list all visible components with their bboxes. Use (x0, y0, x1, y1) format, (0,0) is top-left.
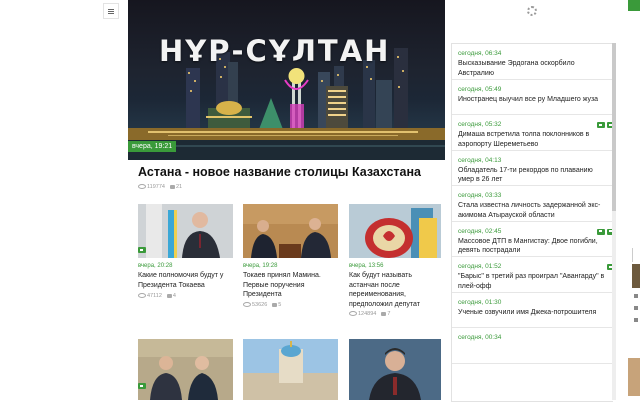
feed-time: сегодня, 01:30 (458, 298, 502, 306)
card-photo-1 (138, 204, 233, 258)
spinner-icon (527, 6, 537, 16)
camera-icon (138, 247, 146, 253)
feed-time: сегодня, 05:49 (458, 85, 502, 93)
comment-icon (166, 293, 172, 298)
feed-text[interactable]: Массовое ДТП в Мангистау: Двое погибли, … (458, 237, 607, 256)
feed-scrollbar[interactable] (612, 43, 616, 400)
feed-time: сегодня, 00:34 (458, 334, 502, 341)
feed-text[interactable]: Высказывание Эрдогана оскорбило Австрали… (458, 59, 607, 78)
card-meta-3: 124894 7 (349, 311, 390, 317)
eye-icon (243, 302, 251, 308)
card-comments-3: 7 (387, 311, 391, 317)
feed-time: сегодня, 03:33 (458, 192, 502, 199)
comment-icon (272, 302, 278, 307)
hero-meta: 119774 21 (138, 184, 182, 190)
hero-image[interactable]: НҰР-СҰЛТАН (128, 0, 445, 160)
card-time-3: вчера, 13:56 (349, 263, 384, 269)
feed-item[interactable]: сегодня, 01:30 Ученые озвучили имя Джека-… (452, 293, 613, 328)
feed-item[interactable]: сегодня, 03:33 Стала известна личность за… (452, 186, 613, 222)
feed-time: сегодня, 05:32 (458, 121, 502, 128)
feed-item[interactable]: сегодня, 06:34 Высказывание Эрдогана оско… (452, 44, 613, 80)
card-image-5[interactable] (243, 339, 338, 400)
menu-button[interactable] (103, 3, 119, 19)
feed-item[interactable]: сегодня, 05:49 Иностранец выучил все ру М… (452, 80, 613, 115)
card-title-3[interactable]: Как будут называть астанчан после переим… (349, 271, 439, 309)
feed-item[interactable]: сегодня, 01:52 "Барыс" в третий раз проиг… (452, 257, 613, 293)
card-image-4[interactable] (138, 339, 233, 400)
eye-icon (138, 184, 146, 190)
card-comments-2: 5 (278, 302, 282, 308)
camera-icon (138, 383, 146, 389)
feed-item[interactable]: сегодня, 00:34 (452, 328, 613, 364)
feed-text[interactable]: Обладатель 17-ти рекордов по плаванию ум… (458, 166, 607, 185)
feed-text[interactable]: Ученые озвучили имя Джека-потрошителя (458, 308, 607, 318)
card-photo-4 (138, 339, 233, 400)
feed-time: сегодня, 01:52 (458, 263, 502, 270)
eye-icon (349, 311, 357, 317)
comment-icon (381, 311, 387, 316)
card-photo-2 (243, 204, 338, 258)
card-time-1: вчера, 20:28 (138, 263, 173, 269)
card-photo-3 (349, 204, 441, 258)
hamburger-icon (108, 10, 114, 12)
feed-time: сегодня, 02:45 (458, 227, 502, 235)
feed-text[interactable]: Стала известна личность задержанной экс-… (458, 201, 607, 220)
main-headline[interactable]: Астана - новое название столицы Казахста… (138, 165, 438, 179)
card-title-1[interactable]: Какие полномочия будут у Президента Тока… (138, 271, 234, 290)
card-photo-6 (349, 339, 441, 400)
comment-icon (169, 184, 175, 189)
camera-icon (597, 122, 605, 128)
card-image-1[interactable] (138, 204, 233, 258)
camera-icon (597, 228, 605, 235)
card-views-1: 47112 (147, 293, 162, 299)
hero-comments: 21 (175, 184, 183, 190)
feed-item[interactable]: сегодня, 02:45 Массовое ДТП в Мангистау: … (452, 222, 613, 257)
side-panel-edge (624, 248, 640, 400)
card-title-2[interactable]: Токаев принял Мамина. Первые поручения П… (243, 271, 327, 300)
card-comments-1: 4 (172, 293, 176, 299)
feed-time: сегодня, 06:34 (458, 50, 502, 57)
hero-overlay-title: НҰР-СҰЛТАН (159, 34, 391, 68)
card-views-3: 124894 (358, 311, 377, 317)
card-time-2: вчера, 19:28 (243, 263, 278, 269)
corner-badge[interactable] (628, 0, 640, 11)
card-photo-5 (243, 339, 338, 400)
feed-scrollbar-thumb[interactable] (612, 43, 616, 211)
hero-views: 119774 (147, 184, 165, 190)
hero-time-badge: вчера, 19:21 (128, 141, 177, 152)
card-meta-1: 47112 4 (138, 293, 176, 299)
feed-time: сегодня, 04:13 (458, 156, 502, 164)
eye-icon (138, 293, 146, 299)
city-skyline-illustration (128, 48, 445, 160)
card-image-3[interactable] (349, 204, 441, 258)
feed-text[interactable]: Иностранец выучил все ру Младшего жуза (458, 95, 607, 105)
feed-text[interactable]: "Барыс" в третий раз проиграл "Авангарду… (458, 272, 607, 291)
feed-item[interactable]: сегодня, 05:32 Димаша встретила толпа пок… (452, 115, 613, 151)
card-image-2[interactable] (243, 204, 338, 258)
news-feed: сегодня, 06:34 Высказывание Эрдогана оско… (451, 43, 613, 402)
feed-text[interactable]: Димаша встретила толпа поклонников в аэр… (458, 130, 607, 149)
feed-item[interactable]: сегодня, 04:13 Обладатель 17-ти рекордов … (452, 151, 613, 186)
card-image-6[interactable] (349, 339, 441, 400)
card-views-2: 53626 (252, 302, 268, 308)
card-meta-2: 53626 5 (243, 302, 281, 308)
